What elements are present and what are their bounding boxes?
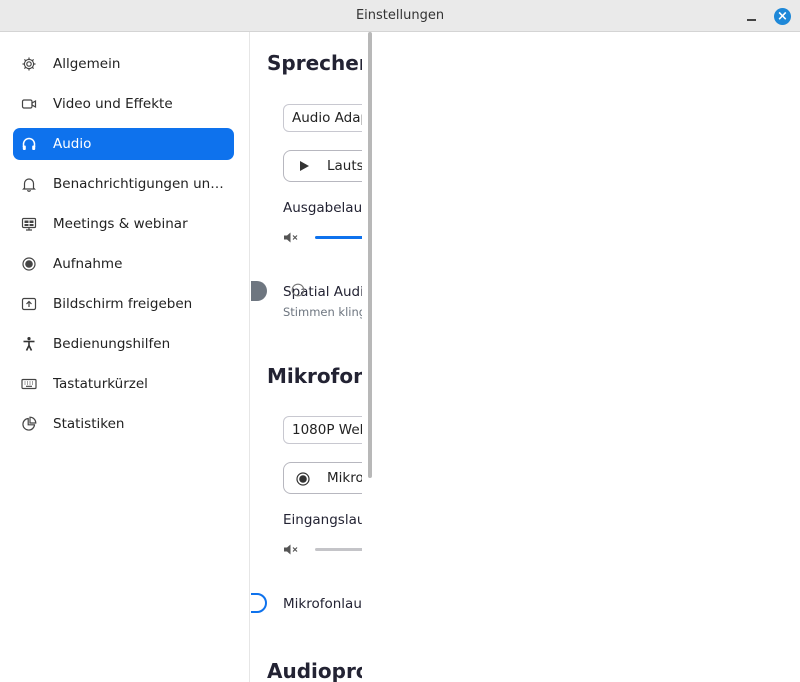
sidebar-item-audio[interactable]: Audio: [13, 128, 234, 160]
spatial-audio-toggle[interactable]: [251, 281, 267, 301]
test-speaker-label: Lautsprecher testen: [327, 158, 362, 174]
test-microphone-button[interactable]: Mikrofon testen: [283, 462, 362, 494]
sidebar-item-label: Video und Effekte: [53, 96, 173, 112]
minimize-button[interactable]: [744, 9, 758, 23]
sidebar-item-label: Tastaturkürzel: [53, 376, 148, 392]
accessibility-icon: [23, 337, 35, 351]
info-icon[interactable]: [291, 283, 305, 297]
test-microphone-label: Mikrofon testen: [327, 470, 362, 486]
sidebar-item-video[interactable]: Video und Effekte: [13, 88, 234, 120]
sidebar: Allgemein Video und Effekte Audio Benach…: [0, 32, 250, 682]
output-volume-label: Ausgabelautstärke: [283, 200, 362, 216]
meetings-icon: [21, 217, 37, 231]
sidebar-item-keyboard-shortcuts[interactable]: Tastaturkürzel: [13, 368, 234, 400]
title-bar: Einstellungen ×: [0, 0, 800, 32]
audio-settings-panel: Sprecher Audio Adapter Lautsprecher test…: [251, 32, 362, 682]
keyboard-icon: [21, 378, 37, 390]
sidebar-item-label: Aufnahme: [53, 256, 123, 272]
sidebar-item-meetings[interactable]: Meetings & webinar: [13, 208, 234, 240]
test-speaker-button[interactable]: Lautsprecher testen: [283, 150, 362, 182]
sidebar-item-label: Audio: [53, 136, 92, 152]
close-icon: ×: [777, 9, 788, 24]
gear-icon: [22, 57, 36, 71]
auto-adjust-volume-toggle[interactable]: [251, 593, 267, 613]
record-icon: [22, 257, 36, 271]
speaker-heading: Sprecher: [267, 51, 362, 75]
input-volume-label: Eingangslautstärke: [283, 512, 362, 528]
sidebar-item-general[interactable]: Allgemein: [13, 48, 234, 80]
output-volume-slider[interactable]: [315, 236, 362, 239]
sidebar-item-label: Meetings & webinar: [53, 216, 188, 232]
close-button[interactable]: ×: [774, 8, 791, 25]
auto-adjust-volume-label: Mikrofonlautstärke: [283, 596, 362, 612]
audio-profile-heading: Audioprofil: [267, 659, 362, 682]
spatial-audio-description: Stimmen klingen: [283, 305, 362, 319]
statistics-icon: [22, 416, 37, 431]
sidebar-item-share-screen[interactable]: Bildschirm freigeben: [13, 288, 234, 320]
vertical-scrollbar[interactable]: [368, 32, 372, 478]
microphone-device-select[interactable]: 1080P Webcam: [283, 416, 362, 444]
sidebar-item-accessibility[interactable]: Bedienungshilfen: [13, 328, 234, 360]
record-icon: [296, 472, 310, 486]
volume-mute-icon: [284, 232, 298, 243]
sidebar-item-statistics[interactable]: Statistiken: [13, 408, 234, 440]
play-icon: [300, 161, 309, 171]
sidebar-item-label: Bedienungshilfen: [53, 336, 171, 352]
sidebar-item-notifications[interactable]: Benachrichtigungen und Sounds: [13, 168, 234, 200]
microphone-volume-icon: [284, 544, 298, 555]
bell-icon: [22, 178, 36, 192]
sidebar-item-label: Statistiken: [53, 416, 125, 432]
speaker-device-select[interactable]: Audio Adapter: [283, 104, 362, 132]
share-screen-icon: [21, 297, 37, 311]
microphone-heading: Mikrofon: [267, 364, 362, 388]
sidebar-item-label: Allgemein: [53, 56, 121, 72]
headphones-icon: [22, 137, 36, 150]
window-title: Einstellungen: [355, 8, 445, 23]
sidebar-item-recording[interactable]: Aufnahme: [13, 248, 234, 280]
input-volume-slider[interactable]: [315, 548, 362, 551]
sidebar-item-label: Bildschirm freigeben: [53, 296, 193, 312]
sidebar-item-label: Benachrichtigungen und Sounds: [53, 176, 231, 192]
video-icon: [21, 99, 37, 109]
